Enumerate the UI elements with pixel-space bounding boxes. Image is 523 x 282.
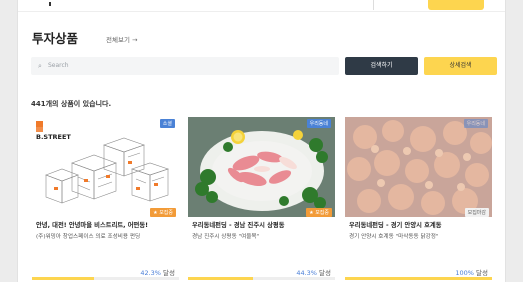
search-button[interactable]: 검색하기 xyxy=(345,57,418,75)
progress-fill xyxy=(32,277,95,280)
percent-label: 달성 xyxy=(160,269,175,277)
food-photo xyxy=(188,117,335,217)
status-badge: ★ 모집중 xyxy=(306,208,332,217)
result-count: 441개의 상품이 있습니다. xyxy=(31,100,112,108)
funding-percent: 44.3% 달성 xyxy=(296,267,331,277)
product-card[interactable]: 우리동네 ★ 모집중 우리동네펀딩 - 경남 진주시 상평동 경남 진주시 상평… xyxy=(188,117,335,282)
percent-label: 달성 xyxy=(473,269,488,277)
product-thumbnail xyxy=(188,117,335,217)
progress-fill xyxy=(345,277,492,280)
page: 투자상품 전체보기 → ⌕ Search 검색하기 상세검색 441개의 상품이… xyxy=(17,0,506,282)
product-thumbnail xyxy=(345,117,492,217)
view-all-link[interactable]: 전체보기 → xyxy=(106,34,137,44)
card-title: 우리동네펀딩 - 경기 안양시 호계동 xyxy=(349,222,442,229)
nav-action-button[interactable] xyxy=(428,0,484,10)
nav-divider xyxy=(373,0,374,10)
card-title: 우리동네펀딩 - 경남 진주시 상평동 xyxy=(192,222,285,229)
progress-bar xyxy=(32,277,179,280)
top-nav-bar xyxy=(18,0,505,12)
brand-logo-text: B.STREET xyxy=(36,133,71,141)
funding-percent: 100% 달성 xyxy=(455,267,488,277)
category-badge: 소셜 xyxy=(159,119,175,128)
card-subtitle: 경기 안양시 호계동 "마삭동동 닭강정" xyxy=(349,234,439,240)
food-photo xyxy=(345,117,492,217)
progress-bar xyxy=(345,277,492,280)
search-placeholder: Search xyxy=(48,62,69,69)
bstreet-illustration xyxy=(36,121,169,204)
percent-value: 42.3% xyxy=(140,269,161,277)
product-card[interactable]: 우리동네 모집마감 우리동네펀딩 - 경기 안양시 호계동 경기 안양시 호계동… xyxy=(345,117,492,282)
percent-value: 44.3% xyxy=(296,269,317,277)
search-input[interactable]: ⌕ Search xyxy=(31,57,339,75)
category-badge: 우리동네 xyxy=(463,119,488,128)
card-subtitle: 경남 진주시 상평동 "여울목" xyxy=(192,234,260,240)
product-card[interactable]: B.STREET 소셜 ★ 모집중 안녕, 대전! 안녕마을 비스트리트, 어떤… xyxy=(32,117,179,282)
nav-marker xyxy=(49,2,51,6)
status-badge: 모집마감 xyxy=(464,208,489,217)
product-thumbnail: B.STREET xyxy=(32,117,179,217)
funding-percent: 42.3% 달성 xyxy=(140,267,175,277)
progress-bar xyxy=(188,277,335,280)
card-subtitle: (주)워밍아 창업스페이스 의료 조성비용 펀딩 xyxy=(36,234,141,240)
percent-value: 100% xyxy=(455,269,474,277)
detail-search-button[interactable]: 상세검색 xyxy=(424,57,497,75)
status-badge: ★ 모집중 xyxy=(150,208,176,217)
percent-label: 달성 xyxy=(316,269,331,277)
card-title: 안녕, 대전! 안녕마을 비스트리트, 어떤동! xyxy=(36,222,148,229)
progress-fill xyxy=(188,277,254,280)
search-icon: ⌕ xyxy=(38,62,42,70)
page-title: 투자상품 xyxy=(32,31,79,46)
category-badge: 우리동네 xyxy=(306,119,331,128)
